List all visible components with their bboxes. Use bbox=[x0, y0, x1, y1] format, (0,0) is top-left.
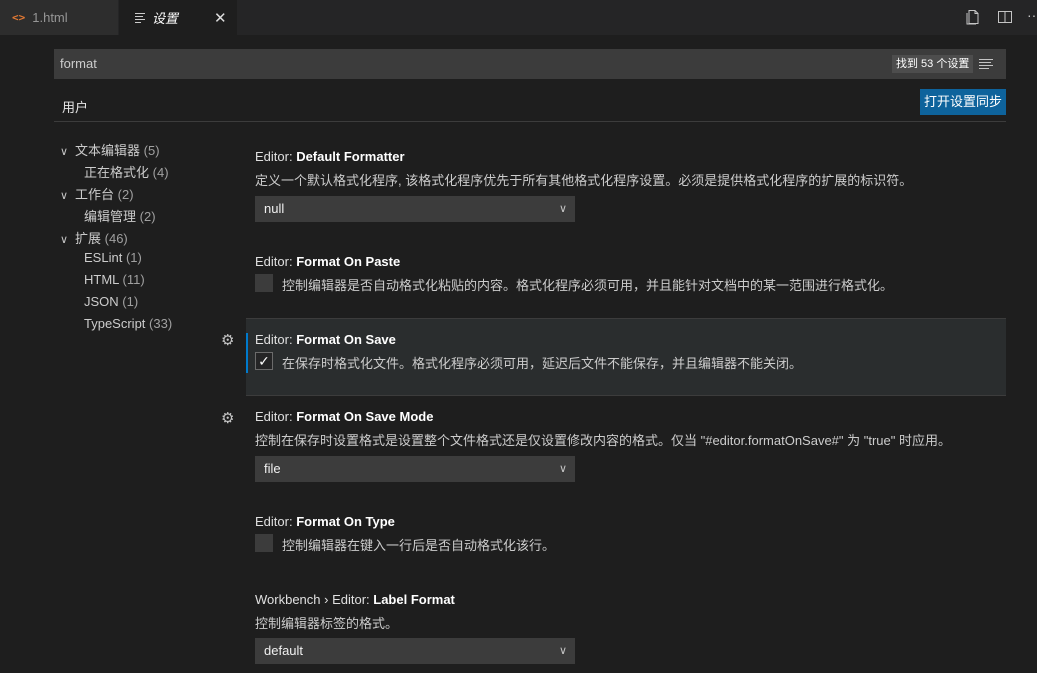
chevron-down-icon: ∨ bbox=[558, 463, 567, 475]
toc-count: (1) bbox=[122, 294, 139, 309]
toc-item-eslint[interactable]: ESLint (1) bbox=[84, 250, 142, 265]
chevron-down-icon: ∨ bbox=[558, 203, 567, 215]
settings-lines-icon bbox=[135, 13, 145, 23]
select-value: null bbox=[264, 201, 285, 216]
label-format-select[interactable]: default ∨ bbox=[255, 638, 575, 664]
focus-indicator bbox=[246, 333, 248, 373]
select-value: default bbox=[264, 643, 304, 658]
format-on-paste-checkbox[interactable] bbox=[255, 274, 273, 292]
setting-format-on-save: Editor: Format On Save ✓ 在保存时格式化文件。格式化程序… bbox=[246, 318, 1006, 396]
setting-format-on-save-mode: Editor: Format On Save Mode 控制在保存时设置格式是设… bbox=[246, 400, 1006, 490]
toc-count: (2) bbox=[117, 187, 134, 202]
tab-label: 设置 bbox=[152, 11, 179, 26]
close-icon[interactable]: ✕ bbox=[214, 9, 227, 27]
select-value: file bbox=[264, 461, 281, 476]
toc-label: 文本编辑器 bbox=[75, 143, 141, 158]
toc-count: (11) bbox=[122, 272, 145, 287]
setting-description: 控制编辑器标签的格式。 bbox=[255, 616, 399, 631]
open-settings-json-icon[interactable] bbox=[965, 9, 981, 25]
setting-format-on-paste: Editor: Format On Paste 控制编辑器是否自动格式化粘贴的内… bbox=[246, 245, 1006, 305]
toc-item-workbench[interactable]: ∨ 工作台 (2) bbox=[60, 184, 134, 203]
toc-label: ESLint bbox=[84, 250, 123, 265]
setting-description: 在保存时格式化文件。格式化程序必须可用，延迟后文件不能保存，并且编辑器不能关闭。 bbox=[282, 356, 803, 371]
chevron-down-icon: ∨ bbox=[60, 234, 69, 246]
editor-tab-bar: <> 1.html 设置 ✕ ··· bbox=[0, 0, 1037, 35]
gear-icon[interactable]: ⚙ bbox=[221, 409, 234, 427]
toc-count: (1) bbox=[125, 250, 142, 265]
code-icon: <> bbox=[12, 11, 26, 24]
chevron-down-icon: ∨ bbox=[60, 190, 69, 202]
setting-title: Editor: Format On Save Mode bbox=[255, 409, 434, 424]
toc-label: HTML bbox=[84, 272, 119, 287]
settings-search-input[interactable]: format 找到 53 个设置 bbox=[54, 49, 1006, 79]
toc-item-extensions[interactable]: ∨ 扩展 (46) bbox=[60, 228, 128, 247]
toc-count: (33) bbox=[149, 316, 173, 331]
setting-default-formatter: Editor: Default Formatter 定义一个默认格式化程序, 该… bbox=[246, 140, 1006, 230]
setting-description: 定义一个默认格式化程序, 该格式化程序优先于所有其他格式化程序设置。必须是提供格… bbox=[255, 173, 913, 188]
tab-label: 1.html bbox=[32, 10, 68, 25]
setting-title: Workbench › Editor: Label Format bbox=[255, 592, 455, 607]
setting-description: 控制编辑器是否自动格式化粘贴的内容。格式化程序必须可用，并且能针对文档中的某一范… bbox=[282, 278, 894, 293]
toc-label: 扩展 bbox=[75, 231, 102, 246]
tab-user-settings[interactable]: 用户 bbox=[54, 93, 96, 122]
chevron-down-icon: ∨ bbox=[558, 645, 567, 657]
setting-label-format: Workbench › Editor: Label Format 控制编辑器标签… bbox=[246, 583, 1006, 673]
tab-settings[interactable]: 设置 ✕ bbox=[119, 0, 237, 35]
filter-icon[interactable] bbox=[979, 58, 993, 70]
toc-item-json[interactable]: JSON (1) bbox=[84, 294, 138, 309]
header-divider bbox=[54, 121, 1006, 122]
format-on-save-mode-select[interactable]: file ∨ bbox=[255, 456, 575, 482]
toc-item-editor-management[interactable]: 编辑管理 (2) bbox=[84, 206, 156, 225]
toc-count: (5) bbox=[143, 143, 160, 158]
setting-description: 控制编辑器在键入一行后是否自动格式化该行。 bbox=[282, 538, 556, 553]
toc-label: 编辑管理 bbox=[84, 209, 137, 224]
format-on-save-checkbox[interactable]: ✓ bbox=[255, 352, 273, 370]
toc-label: JSON bbox=[84, 294, 119, 309]
toc-item-typescript[interactable]: TypeScript (33) bbox=[84, 316, 172, 331]
toc-label: 工作台 bbox=[75, 187, 115, 202]
toc-item-formatting[interactable]: 正在格式化 (4) bbox=[84, 162, 169, 181]
turn-on-settings-sync-button[interactable]: 打开设置同步 bbox=[920, 89, 1006, 115]
split-editor-icon[interactable] bbox=[997, 9, 1013, 25]
format-on-type-checkbox[interactable] bbox=[255, 534, 273, 552]
toc-count: (2) bbox=[139, 209, 156, 224]
setting-description: 控制在保存时设置格式是设置整个文件格式还是仅设置修改内容的格式。仅当 "#edi… bbox=[255, 433, 951, 448]
check-icon: ✓ bbox=[258, 353, 270, 369]
setting-title: Editor: Format On Paste bbox=[255, 254, 401, 269]
tab-1-html[interactable]: <> 1.html bbox=[0, 0, 118, 35]
setting-format-on-type: Editor: Format On Type 控制编辑器在键入一行后是否自动格式… bbox=[246, 505, 1006, 565]
more-actions-icon[interactable]: ··· bbox=[1027, 7, 1037, 23]
gear-icon[interactable]: ⚙ bbox=[221, 331, 234, 349]
toc-item-html[interactable]: HTML (11) bbox=[84, 272, 145, 287]
toc-item-text-editor[interactable]: ∨ 文本编辑器 (5) bbox=[60, 140, 160, 159]
setting-title: Editor: Default Formatter bbox=[255, 149, 405, 164]
setting-title: Editor: Format On Save bbox=[255, 332, 396, 347]
toc-label: TypeScript bbox=[84, 316, 146, 331]
default-formatter-select[interactable]: null ∨ bbox=[255, 196, 575, 222]
search-value: format bbox=[60, 56, 97, 71]
toc-label: 正在格式化 bbox=[84, 165, 150, 180]
chevron-down-icon: ∨ bbox=[60, 146, 69, 158]
search-result-count-badge: 找到 53 个设置 bbox=[892, 55, 974, 73]
toc-count: (4) bbox=[152, 165, 169, 180]
setting-title: Editor: Format On Type bbox=[255, 514, 395, 529]
toc-count: (46) bbox=[104, 231, 128, 246]
